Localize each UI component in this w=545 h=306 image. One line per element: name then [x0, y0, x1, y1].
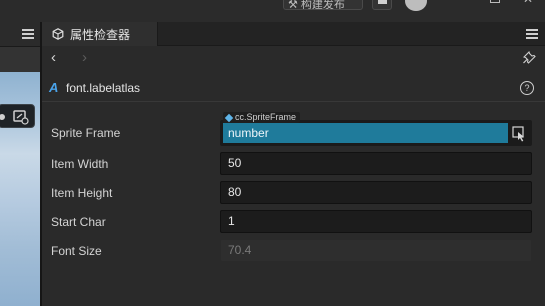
- panel-menu-icon[interactable]: [22, 29, 34, 39]
- tab-inspector-label: 属性检查器: [70, 27, 131, 42]
- font-size-label: Font Size: [51, 244, 102, 258]
- pin-icon[interactable]: [523, 51, 536, 64]
- inspector-tabbar: 属性检查器: [42, 22, 545, 46]
- scene-tool-icons[interactable]: [0, 105, 36, 129]
- scene-panel-header: [0, 22, 40, 47]
- item-height-input[interactable]: 80: [220, 181, 532, 204]
- asset-title-row: A font.labelatlas ?: [42, 72, 545, 102]
- inspector-nav: ‹ ›: [42, 46, 545, 70]
- asset-picker-icon[interactable]: [510, 123, 528, 143]
- sprite-frame-field[interactable]: number: [223, 123, 508, 143]
- asset-title: font.labelatlas: [66, 81, 141, 95]
- build-button-label: 构建发布: [300, 0, 345, 10]
- font-size-input: 70.4: [220, 239, 532, 262]
- label-atlas-icon: A: [49, 80, 59, 95]
- preview-device-button[interactable]: [372, 0, 392, 10]
- inspector-menu-icon[interactable]: [526, 29, 538, 39]
- start-char-input[interactable]: 1: [220, 210, 532, 233]
- help-circle-icon[interactable]: [405, 0, 427, 11]
- build-button[interactable]: ⚒ 构建发布: [283, 0, 363, 10]
- start-char-label: Start Char: [51, 215, 106, 229]
- hammer-icon: ⚒: [288, 0, 298, 10]
- tab-inspector[interactable]: 属性检查器: [42, 22, 158, 46]
- main-toolbar: ⚒ 构建发布 ✕: [0, 0, 545, 22]
- sprite-frame-type-label: cc.SpriteFrame: [235, 112, 297, 122]
- maximize-icon[interactable]: [490, 0, 500, 3]
- sprite-frame-type-icon: [224, 113, 234, 122]
- forward-arrow-icon[interactable]: ›: [82, 49, 87, 66]
- inspector-icon: [52, 28, 64, 40]
- scene-panel: [0, 22, 40, 306]
- scene-tool-group: [0, 104, 35, 128]
- back-arrow-icon[interactable]: ‹: [51, 49, 56, 66]
- inspector-panel: 属性检查器 ‹ › A font.labelatlas ? Sprite Fra…: [42, 22, 545, 306]
- help-icon[interactable]: ?: [520, 81, 534, 95]
- item-width-input[interactable]: 50: [220, 152, 532, 175]
- scene-viewport[interactable]: [0, 72, 40, 306]
- sprite-frame-label: Sprite Frame: [51, 126, 121, 140]
- sprite-frame-type-tag: cc.SpriteFrame: [223, 112, 301, 123]
- item-height-label: Item Height: [51, 186, 113, 200]
- close-icon[interactable]: ✕: [523, 0, 535, 5]
- item-width-label: Item Width: [51, 157, 109, 171]
